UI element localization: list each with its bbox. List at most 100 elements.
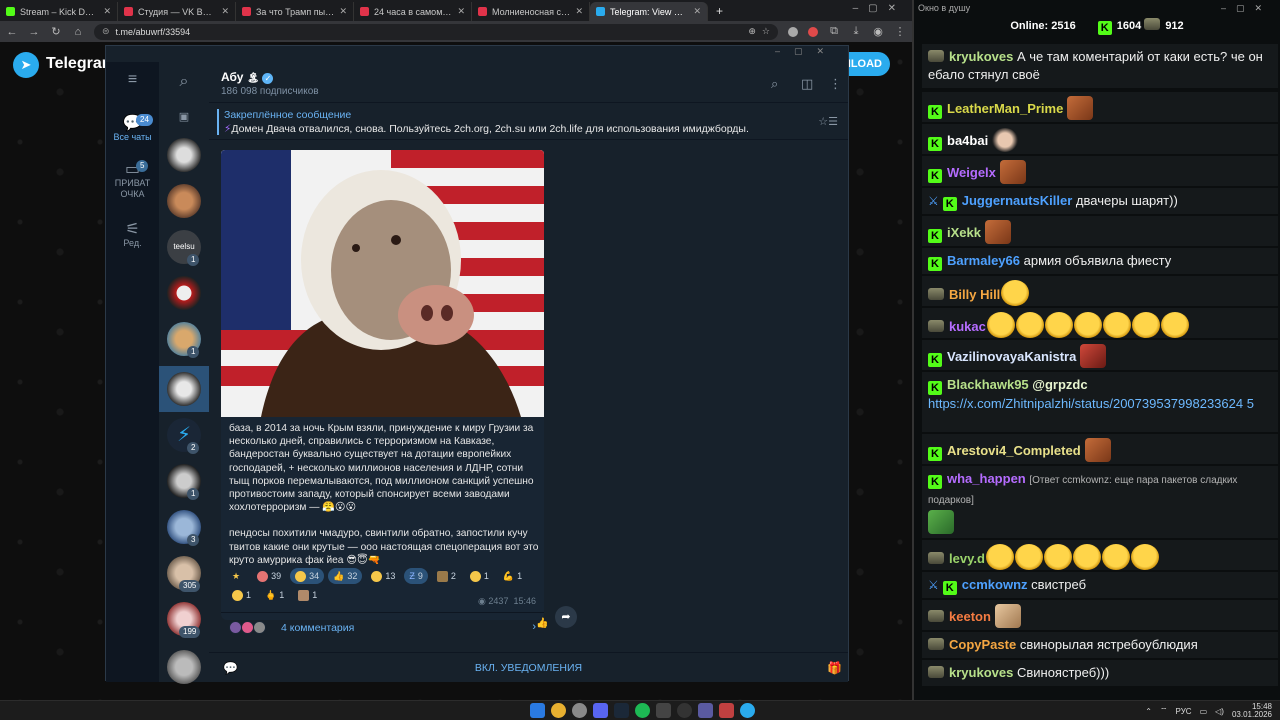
reaction[interactable]: 34 xyxy=(290,568,325,584)
close-icon[interactable]: ✕ xyxy=(457,6,465,17)
reaction-star[interactable]: ★ xyxy=(227,568,248,584)
pinned-list-icon[interactable]: ☆☰ xyxy=(818,115,838,128)
reaction[interactable]: 1 xyxy=(465,568,494,584)
reaction[interactable]: 1 xyxy=(293,587,322,603)
close-icon[interactable]: ✕ xyxy=(221,6,229,17)
site-info-icon[interactable]: ⊜ xyxy=(102,26,110,37)
extension-icon[interactable] xyxy=(808,26,818,37)
tab-telegram[interactable]: Telegram: View @abuwrf ✕ xyxy=(590,2,708,21)
new-tab-button[interactable]: + xyxy=(708,2,731,21)
chat-username[interactable]: JuggernautsKiller xyxy=(962,193,1073,208)
pinned-message[interactable]: Закреплённое сообщение ⚡Домен Двача отва… xyxy=(209,102,848,140)
menu-button[interactable]: ≡ xyxy=(106,72,159,88)
spotify-icon[interactable] xyxy=(635,703,650,718)
chat-username[interactable]: kryukoves xyxy=(949,49,1013,64)
reaction[interactable]: 2 xyxy=(432,568,461,584)
discord-icon[interactable] xyxy=(593,703,608,718)
chat-username[interactable]: Barmaley66 xyxy=(947,253,1020,268)
app-icon[interactable] xyxy=(656,703,671,718)
chat-avatar[interactable] xyxy=(167,138,201,172)
more-options-icon[interactable]: ⋮ xyxy=(829,76,842,92)
reaction[interactable]: Ƶ9 xyxy=(404,568,428,584)
reload-icon[interactable]: ↻ xyxy=(50,25,62,38)
folder-all-chats[interactable]: 💬 24 Все чаты xyxy=(106,114,159,143)
comments-button[interactable]: 4 комментария › xyxy=(221,612,544,640)
tg-window-controls[interactable]: –▢✕ xyxy=(106,46,848,62)
search-icon[interactable]: ⌕ xyxy=(771,76,778,92)
archive-button[interactable]: ▣ xyxy=(159,112,209,126)
clock[interactable]: 15:48 03.01.2026 xyxy=(1232,703,1272,719)
chat-mention[interactable]: @grpzdc xyxy=(1032,377,1087,392)
bookmark-star-icon[interactable]: ☆ xyxy=(762,26,770,37)
chat-window-controls[interactable]: –▢✕ xyxy=(1221,3,1272,14)
forward-icon[interactable]: → xyxy=(28,26,40,38)
media-player-icon[interactable] xyxy=(698,703,713,718)
back-icon[interactable]: ← xyxy=(6,26,18,38)
chat-username[interactable]: Arestovi4_Completed xyxy=(947,443,1081,458)
windows-start-icon[interactable] xyxy=(530,703,545,718)
language-indicator[interactable]: РУС xyxy=(1176,707,1192,716)
reaction[interactable]: 1 xyxy=(227,587,256,603)
close-icon[interactable]: ✕ xyxy=(693,6,701,17)
close-icon[interactable]: ✕ xyxy=(339,6,347,17)
obs-icon[interactable] xyxy=(572,703,587,718)
steam-icon[interactable] xyxy=(614,703,629,718)
chrome-icon[interactable] xyxy=(551,703,566,718)
chat-username[interactable]: VazilinovayaKanistra xyxy=(947,349,1076,364)
chat-username[interactable]: keeton xyxy=(949,609,991,624)
enable-notifications-button[interactable]: ВКЛ. УВЕДОМЛЕНИЯ xyxy=(209,662,848,674)
url-input[interactable]: ⊜ t.me/abuwrf/33594 ⊕ ☆ xyxy=(94,23,778,40)
reaction[interactable]: 13 xyxy=(366,568,400,584)
profile-icon[interactable]: ◉ xyxy=(872,25,884,38)
volume-icon[interactable]: ◁) xyxy=(1215,707,1224,716)
tray-chevron-icon[interactable]: ⌃ xyxy=(1145,707,1152,716)
sidebar-toggle-icon[interactable]: ◫ xyxy=(801,76,813,92)
chat-username[interactable]: Weigelx xyxy=(947,165,996,180)
wifi-icon[interactable]: ⌔ xyxy=(1160,706,1168,716)
chat-username[interactable]: iXekk xyxy=(947,225,981,240)
tab-vk-video[interactable]: Студия — VK Видео Live ✕ xyxy=(118,2,236,21)
chat-username[interactable]: Blackhawk95 xyxy=(947,377,1029,392)
telegram-icon[interactable] xyxy=(740,703,755,718)
edit-folders-button[interactable]: ⚟ Ред. xyxy=(106,222,159,249)
folder-private[interactable]: ▭ 5 ПРИВАТ ОЧКА xyxy=(106,160,159,200)
extension-icon[interactable] xyxy=(788,26,798,37)
download-icon[interactable]: ⤓ xyxy=(850,25,862,38)
app-icon[interactable] xyxy=(719,703,734,718)
chat-avatar-selected[interactable] xyxy=(167,372,201,406)
window-controls[interactable]: –▢✕ xyxy=(853,3,906,14)
chat-username[interactable]: Billy Hill xyxy=(949,287,1000,302)
reaction[interactable]: 💪 1 xyxy=(498,568,527,584)
extensions-puzzle-icon[interactable]: ⧉ xyxy=(828,25,840,38)
chat-link[interactable]: https://x.com/Zhitnipalzhi/status/200739… xyxy=(928,396,1254,411)
tab-youtube-svo[interactable]: Молниеносная сво - YouTube ✕ xyxy=(472,2,590,21)
tab-youtube-trump[interactable]: За что Трамп пытается убить ✕ xyxy=(236,2,354,21)
reaction[interactable]: 🖕 1 xyxy=(260,587,289,603)
chat-username[interactable]: kryukoves xyxy=(949,665,1013,680)
share-button[interactable]: ➦ xyxy=(555,606,577,628)
close-icon[interactable]: ✕ xyxy=(103,6,111,17)
tab-youtube-24h[interactable]: 24 часа в самом оживлённом ✕ xyxy=(354,2,472,21)
menu-dots-icon[interactable]: ⋮ xyxy=(894,25,906,38)
chat-avatar[interactable] xyxy=(167,184,201,218)
chat-username[interactable]: CopyPaste xyxy=(949,637,1016,652)
app-icon[interactable] xyxy=(677,703,692,718)
chat-username[interactable]: kukac xyxy=(949,319,986,334)
close-icon[interactable]: ✕ xyxy=(575,6,583,17)
chat-username[interactable]: levy.d xyxy=(949,551,985,566)
chat-username[interactable]: ccmkownz xyxy=(962,577,1028,592)
tab-kick-dashboard[interactable]: Stream – Kick Dashboard ✕ xyxy=(0,2,118,21)
chat-username[interactable]: LeatherMan_Prime xyxy=(947,101,1063,116)
chat-username[interactable]: ba4bai xyxy=(947,133,988,148)
chat-avatar[interactable] xyxy=(167,650,201,684)
zoom-icon[interactable]: ⊕ xyxy=(748,26,756,37)
gift-icon[interactable]: 🎁 xyxy=(827,661,842,675)
search-button[interactable]: ⌕ xyxy=(159,74,209,90)
channel-header[interactable]: Абу 🏝 ✓ 186 098 подписчиков ⌕ ◫ ⋮ xyxy=(209,62,848,102)
reaction[interactable]: 👍 32 xyxy=(328,568,363,584)
network-icon[interactable]: ▭ xyxy=(1200,707,1208,716)
reaction[interactable]: 39 xyxy=(252,568,286,584)
home-icon[interactable]: ⌂ xyxy=(72,26,84,38)
post-image[interactable] xyxy=(221,150,544,417)
chat-username[interactable]: wha_happen xyxy=(947,471,1026,486)
